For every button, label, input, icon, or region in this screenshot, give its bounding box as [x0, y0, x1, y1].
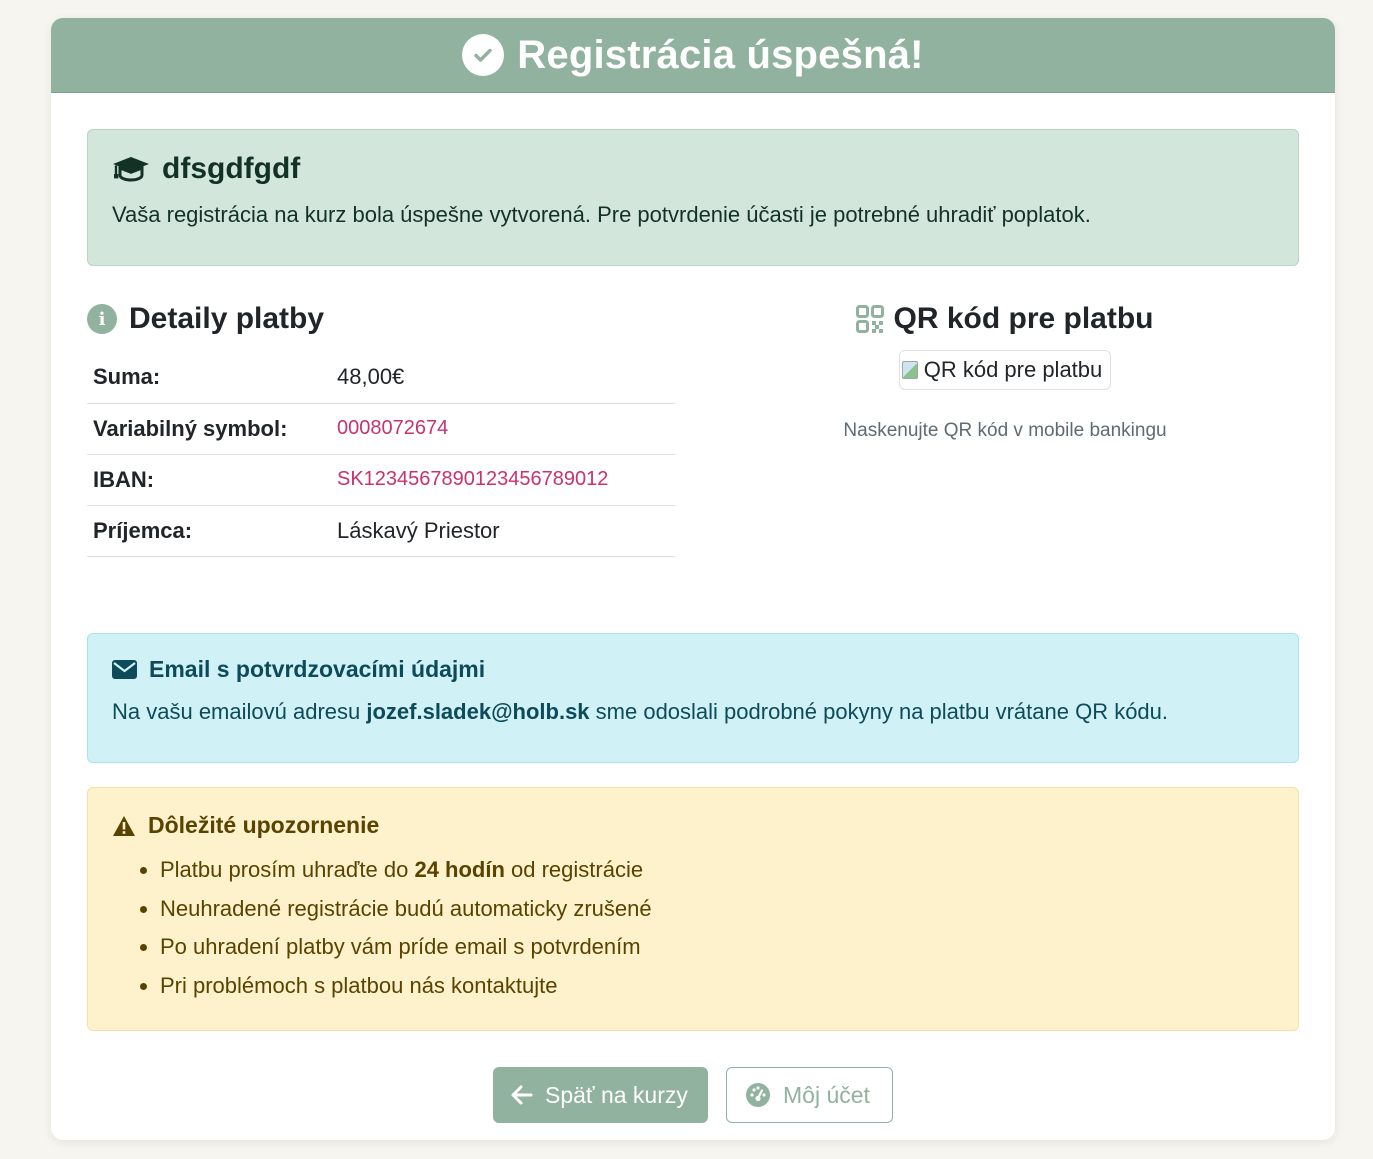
qr-section: QR kód pre platbu QR kód pre platbu Nask…	[787, 302, 1223, 442]
recipient-label: Príjemca:	[87, 505, 331, 557]
course-message: Vaša registrácia na kurz bola úspešne vy…	[112, 202, 1091, 227]
table-row: Variabilný symbol: 0008072674	[87, 403, 675, 455]
back-button-label: Späť na kurzy	[545, 1081, 688, 1108]
my-account-button[interactable]: Môj účet	[726, 1067, 893, 1123]
email-alert-text: Na vašu emailovú adresu jozef.sladek@hol…	[112, 699, 1274, 725]
course-success-alert: dfsgdfgdf Vaša registrácia na kurz bola …	[87, 129, 1299, 266]
email-alert-title: Email s potvrdzovacími údajmi	[149, 656, 486, 682]
info-circle-icon: i	[87, 304, 117, 334]
email-alert: Email s potvrdzovacími údajmi Na vašu em…	[87, 633, 1299, 763]
email-text-before: Na vašu emailovú adresu	[112, 699, 367, 724]
check-circle-icon	[462, 34, 505, 76]
course-name: dfsgdfgdf	[162, 152, 301, 185]
list-item: Po uhradení platby vám príde email s pot…	[160, 928, 1274, 967]
amount-value: 48,00€	[331, 352, 675, 404]
iban-label: IBAN:	[87, 454, 331, 506]
registration-card: Registrácia úspešná! dfsgdfgdf Vaša regi…	[51, 18, 1335, 1140]
my-account-label: Môj účet	[783, 1081, 870, 1108]
warning-title: Dôležité upozornenie	[148, 812, 380, 838]
deadline-text: 24 hodín	[414, 857, 505, 882]
payment-table: Suma: 48,00€ Variabilný symbol: 00080726…	[87, 352, 675, 557]
variable-symbol-label: Variabilný symbol:	[87, 403, 331, 455]
dashboard-gauge-icon	[746, 1083, 770, 1107]
arrow-left-icon	[511, 1085, 533, 1105]
amount-label: Suma:	[87, 352, 331, 404]
recipient-value: Láskavý Priestor	[331, 505, 675, 557]
warning-list: Platbu prosím uhraďte do 24 hodín od reg…	[112, 851, 1274, 1006]
iban-value: SK1234567890123456789012	[331, 454, 675, 506]
table-row: IBAN: SK1234567890123456789012	[87, 454, 675, 506]
back-to-courses-button[interactable]: Späť na kurzy	[493, 1067, 708, 1123]
envelope-icon	[112, 660, 137, 679]
warning-alert: Dôležité upozornenie Platbu prosím uhraď…	[87, 787, 1299, 1031]
qr-hint: Naskenujte QR kód v mobile bankingu	[843, 420, 1167, 441]
qrcode-icon	[856, 305, 885, 333]
graduation-cap-icon	[113, 157, 149, 182]
warning-triangle-icon	[113, 815, 135, 836]
email-text-after: sme odoslali podrobné pokyny na platbu v…	[589, 699, 1169, 724]
table-row: Suma: 48,00€	[87, 352, 675, 404]
variable-symbol-value: 0008072674	[331, 403, 675, 455]
page-title: Registrácia úspešná!	[517, 32, 924, 77]
qr-image-alt: QR kód pre platbu	[923, 357, 1103, 382]
broken-image-icon	[901, 361, 918, 379]
warning-item-text: od registrácie	[504, 857, 644, 882]
qr-code-image: QR kód pre platbu	[898, 350, 1112, 390]
payment-details-title: Detaily platby	[129, 302, 325, 335]
email-address: jozef.sladek@holb.sk	[366, 699, 590, 724]
list-item: Pri problémoch s platbou nás kontaktujte	[160, 967, 1274, 1006]
card-header: Registrácia úspešná!	[51, 18, 1335, 93]
qr-title: QR kód pre platbu	[893, 302, 1154, 335]
list-item: Neuhradené registrácie budú automaticky …	[160, 890, 1274, 929]
action-buttons: Späť na kurzy Môj účet	[87, 1067, 1299, 1123]
table-row: Príjemca: Láskavý Priestor	[87, 505, 675, 557]
payment-details: i Detaily platby Suma: 48,00€ Variabilný…	[87, 302, 675, 557]
warning-item-text: Platbu prosím uhraďte do	[160, 857, 415, 882]
list-item: Platbu prosím uhraďte do 24 hodín od reg…	[160, 851, 1274, 890]
